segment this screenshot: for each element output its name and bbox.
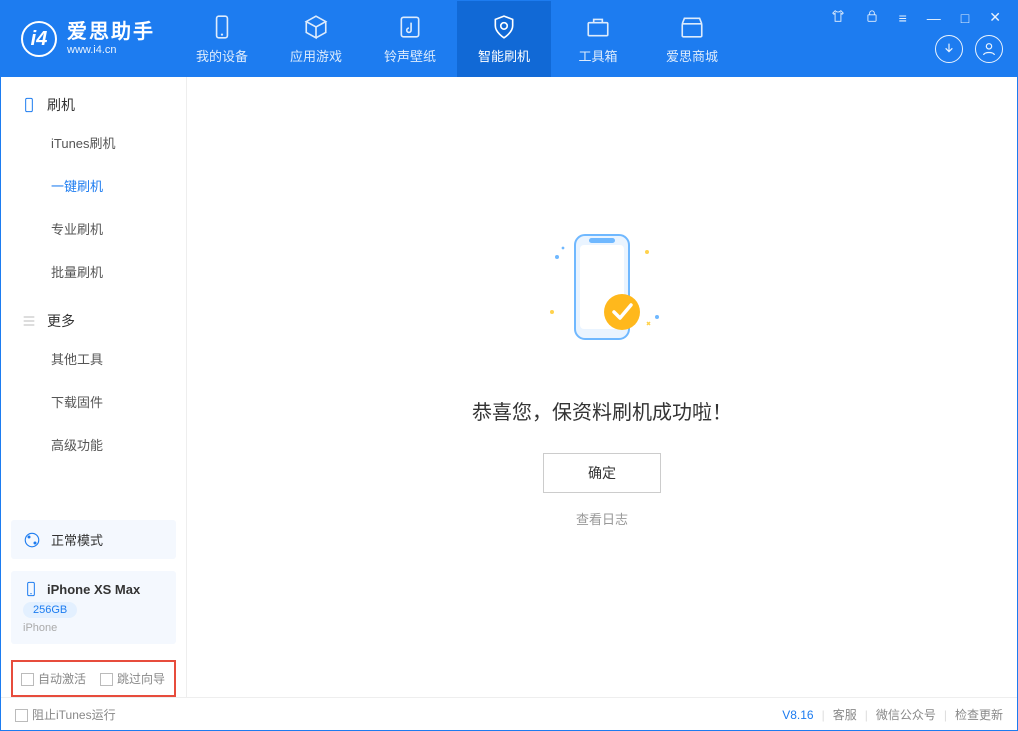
sidebar-item-download-firmware[interactable]: 下载固件	[1, 380, 186, 423]
device-box[interactable]: iPhone XS Max 256GB iPhone	[11, 571, 176, 644]
tab-smart-flash[interactable]: 智能刷机	[457, 1, 551, 77]
tab-toolbox[interactable]: 工具箱	[551, 1, 645, 77]
music-icon	[397, 14, 423, 40]
success-illustration	[527, 217, 677, 370]
maximize-icon[interactable]: □	[955, 8, 975, 28]
phone-icon	[21, 97, 37, 113]
skip-wizard-checkbox[interactable]: 跳过向导	[100, 670, 165, 687]
sidebar-item-batch-flash[interactable]: 批量刷机	[1, 250, 186, 293]
tab-my-device[interactable]: 我的设备	[175, 1, 269, 77]
sidebar: 刷机 iTunes刷机 一键刷机 专业刷机 批量刷机 更多 其他工具 下载固件 …	[1, 77, 187, 697]
view-log-link[interactable]: 查看日志	[576, 509, 628, 528]
download-button[interactable]	[935, 35, 963, 63]
store-icon	[679, 14, 705, 40]
sidebar-section-flash: 刷机	[1, 77, 186, 121]
lock-icon[interactable]	[859, 7, 885, 28]
sidebar-item-itunes-flash[interactable]: iTunes刷机	[1, 121, 186, 164]
nav-tabs: 我的设备 应用游戏 铃声壁纸 智能刷机 工具箱 爱思商城	[175, 1, 739, 77]
sidebar-item-other-tools[interactable]: 其他工具	[1, 337, 186, 380]
app-subtitle: www.i4.cn	[67, 44, 155, 57]
shield-icon	[491, 14, 517, 40]
sidebar-section-more: 更多	[1, 293, 186, 337]
sidebar-item-oneclick-flash[interactable]: 一键刷机	[1, 164, 186, 207]
mode-box[interactable]: 正常模式	[11, 520, 176, 559]
toolbox-icon	[585, 14, 611, 40]
storage-badge: 256GB	[23, 602, 77, 618]
shirt-icon[interactable]	[825, 7, 851, 28]
cube-icon	[303, 14, 329, 40]
highlight-box: 自动激活 跳过向导	[11, 660, 176, 697]
success-message: 恭喜您，保资料刷机成功啦！	[472, 396, 732, 425]
main-content: 恭喜您，保资料刷机成功啦！ 确定 查看日志	[187, 77, 1017, 697]
mode-label: 正常模式	[51, 530, 103, 549]
user-button[interactable]	[975, 35, 1003, 63]
menu-icon[interactable]: ≡	[893, 8, 913, 28]
device-name-label: iPhone XS Max	[47, 582, 140, 597]
logo-icon: i4	[21, 21, 57, 57]
device-icon	[209, 14, 235, 40]
tab-ringtone-wallpaper[interactable]: 铃声壁纸	[363, 1, 457, 77]
tab-store[interactable]: 爱思商城	[645, 1, 739, 77]
block-itunes-checkbox[interactable]: 阻止iTunes运行	[15, 706, 116, 723]
ok-button[interactable]: 确定	[543, 453, 661, 493]
sidebar-item-advanced[interactable]: 高级功能	[1, 423, 186, 466]
window-controls: ≡ — □ ✕	[825, 7, 1007, 28]
support-link[interactable]: 客服	[833, 706, 857, 723]
device-icon	[23, 581, 39, 597]
minimize-icon[interactable]: —	[921, 8, 947, 28]
list-icon	[21, 313, 37, 329]
app-title: 爱思助手	[67, 20, 155, 44]
sidebar-item-pro-flash[interactable]: 专业刷机	[1, 207, 186, 250]
logo-area: i4 爱思助手 www.i4.cn	[1, 20, 175, 57]
wechat-link[interactable]: 微信公众号	[876, 706, 936, 723]
status-bar: 阻止iTunes运行 V8.16 | 客服 | 微信公众号 | 检查更新	[1, 697, 1017, 731]
tab-apps-games[interactable]: 应用游戏	[269, 1, 363, 77]
header: i4 爱思助手 www.i4.cn 我的设备 应用游戏 铃声壁纸 智能刷机 工具…	[1, 1, 1017, 77]
check-update-link[interactable]: 检查更新	[955, 706, 1003, 723]
device-brand: iPhone	[23, 622, 164, 634]
mode-icon	[23, 531, 41, 549]
version-label: V8.16	[782, 708, 813, 722]
auto-activate-checkbox[interactable]: 自动激活	[21, 670, 86, 687]
close-icon[interactable]: ✕	[983, 7, 1007, 28]
